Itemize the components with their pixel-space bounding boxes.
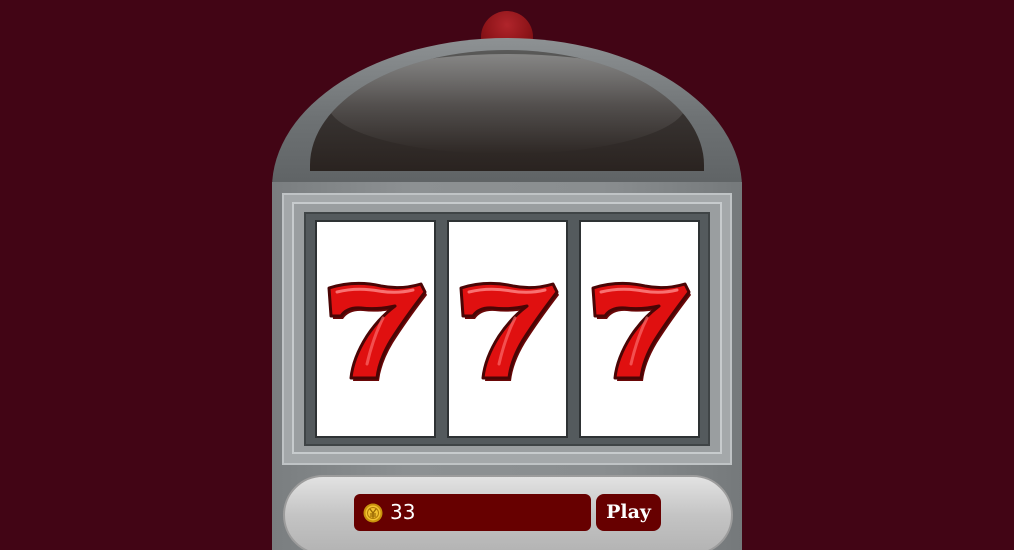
reel-1 (315, 220, 436, 438)
reel-3 (579, 220, 700, 438)
play-button[interactable]: Play (596, 494, 661, 531)
dome-shine (328, 54, 686, 154)
reel-2 (447, 220, 568, 438)
slot-machine-scene: 33 Play (0, 0, 1014, 550)
coin-icon (363, 503, 383, 522)
balance-value: 33 (390, 500, 416, 524)
balance-display: 33 (354, 494, 591, 531)
seven-icon (327, 281, 427, 381)
seven-icon (591, 281, 691, 381)
seven-icon (459, 281, 559, 381)
